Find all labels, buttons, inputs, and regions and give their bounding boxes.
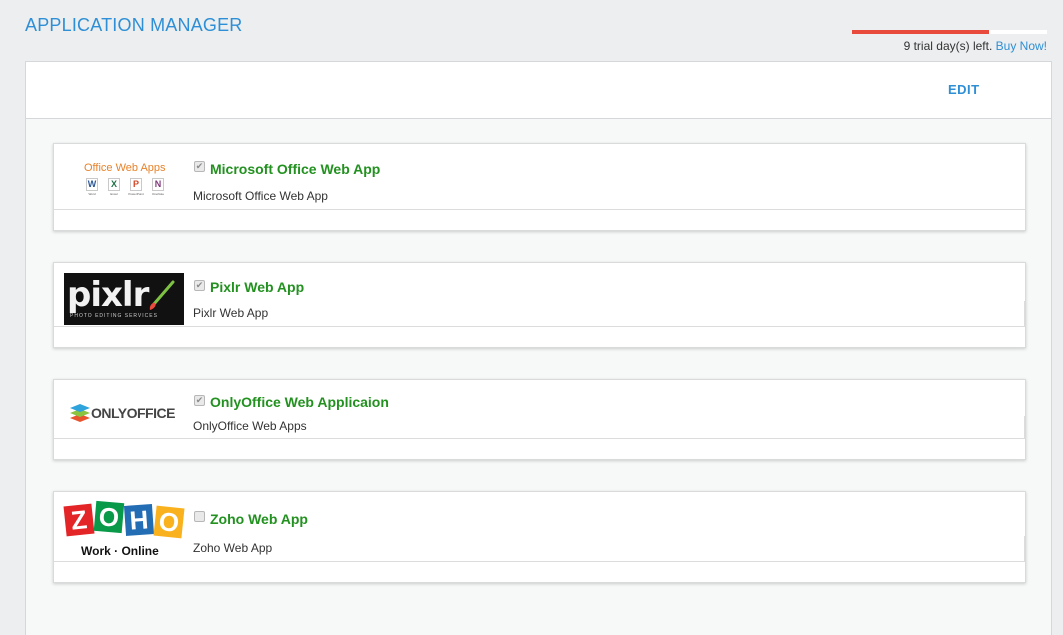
page-title: APPLICATION MANAGER [25,15,243,35]
zoho-letter-o2: O [153,505,185,539]
powerpoint-icon-label: PowerPoint [128,192,144,196]
onenote-icon-label: OneNote [151,192,164,196]
checkmark-icon: ✔ [195,395,204,405]
enable-checkbox[interactable]: ✔ [194,161,205,172]
card-divider [1024,536,1025,562]
trial-text: 9 trial day(s) left. Buy Now! [852,39,1047,53]
zoho-letter-z: Z [63,503,95,537]
onlyoffice-logo: ONLYOFFICE [64,388,184,440]
app-title: Microsoft Office Web App [210,161,381,177]
onlyoffice-wordmark: ONLYOFFICE [91,405,175,421]
app-description: Pixlr Web App [193,306,269,320]
office-logo-icons: W Word X Excel P PowerPoint N OneNote [86,178,176,200]
trial-status: 9 trial day(s) left. Buy Now! [852,30,1047,53]
zoho-letter-h: H [123,504,155,536]
app-title: Zoho Web App [210,511,308,527]
powerpoint-icon: P [130,178,142,191]
enable-checkbox[interactable]: ✔ [194,280,205,291]
pixlr-tagline: PHOTO EDITING SERVICES [70,313,158,319]
office-logo-heading: Office Web Apps [84,162,166,174]
zoho-tagline: Work · Online [81,544,159,558]
card-divider [1024,301,1025,327]
word-icon-label: Word [88,192,96,196]
app-card-zoho: Z O H O Work · Online ✔ Zoho Web App Zoh… [53,491,1026,583]
enable-checkbox[interactable]: ✔ [194,395,205,406]
app-title: Pixlr Web App [210,279,305,295]
office-web-apps-logo: Office Web Apps W Word X Excel P PowerPo… [64,156,184,208]
app-description: OnlyOffice Web Apps [193,419,307,433]
buy-now-link[interactable]: Buy Now! [996,39,1047,53]
trial-progress-bar [852,30,1047,34]
checkmark-icon: ✔ [195,280,204,290]
app-description: Zoho Web App [193,541,273,555]
excel-icon-label: Excel [110,192,118,196]
app-card-microsoft-office: Office Web Apps W Word X Excel P PowerPo… [53,143,1026,231]
app-manager-panel: EDIT Office Web Apps W Word X Excel P Po… [25,61,1052,635]
checkmark-icon: ✔ [195,161,204,171]
pixlr-logo: pixlr PHOTO EDITING SERVICES [64,273,184,325]
trial-days-left: 9 trial day(s) left. [903,39,993,53]
app-card-onlyoffice: ONLYOFFICE ✔ OnlyOffice Web Applicaion O… [53,379,1026,460]
app-card-pixlr: pixlr PHOTO EDITING SERVICES ✔ Pixlr Web… [53,262,1026,348]
excel-icon: X [108,178,120,191]
app-description: Microsoft Office Web App [193,189,328,203]
card-footer [54,209,1025,230]
trial-progress-fill [852,30,989,34]
card-footer [54,438,1025,459]
panel-header: EDIT [26,62,1051,119]
enable-checkbox[interactable]: ✔ [194,511,205,522]
stacked-layers-icon [70,404,90,422]
onenote-icon: N [152,178,164,191]
card-footer [54,561,1025,582]
app-title: OnlyOffice Web Applicaion [210,394,389,410]
zoho-logo: Z O H O Work · Online [63,500,185,562]
paintbrush-icon [149,280,175,310]
card-divider [1024,416,1025,438]
zoho-letter-o1: O [93,500,125,534]
edit-button[interactable]: EDIT [948,82,980,97]
word-icon: W [86,178,98,191]
pixlr-wordmark: pixlr [67,275,149,315]
card-footer [54,326,1025,347]
